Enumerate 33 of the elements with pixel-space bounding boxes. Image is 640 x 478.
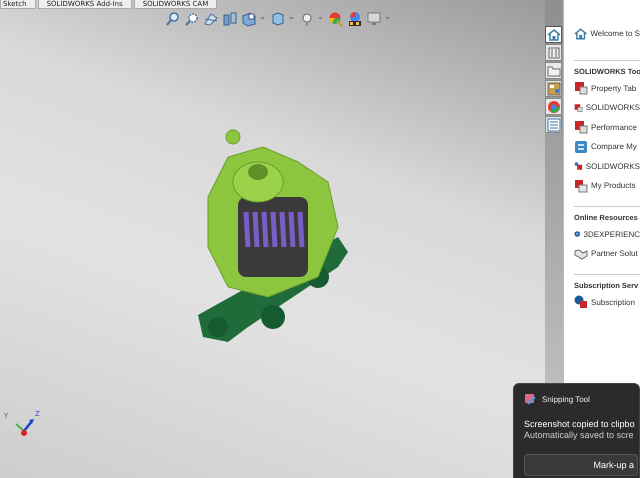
- zoom-area-icon[interactable]: [184, 11, 200, 27]
- resource-link[interactable]: Performance: [591, 122, 637, 132]
- cube-icon[interactable]: [270, 11, 286, 27]
- app-name: Snipping Tool: [542, 394, 590, 404]
- home-icon[interactable]: [546, 28, 560, 42]
- notification-title: Screenshot copied to clipbo: [524, 419, 636, 429]
- resource-link[interactable]: Subscription: [591, 298, 636, 307]
- tool-icon: [574, 120, 588, 134]
- list-icon[interactable]: [546, 118, 560, 132]
- welcome-link[interactable]: Welcome to S: [590, 29, 640, 38]
- library-icon[interactable]: [546, 46, 560, 60]
- zoom-fit-icon[interactable]: [165, 11, 181, 27]
- resource-link[interactable]: Partner Solut: [591, 249, 638, 258]
- resource-link[interactable]: Property Tab: [591, 84, 636, 93]
- section-view-icon[interactable]: [203, 11, 219, 27]
- resource-link[interactable]: SOLIDWORKS: [586, 162, 640, 171]
- home-icon: [574, 27, 588, 40]
- resource-link[interactable]: Compare My: [591, 142, 637, 152]
- tool-icon: [574, 81, 588, 96]
- notification-text: Automatically saved to scre: [524, 430, 635, 440]
- cube-icon[interactable]: [241, 11, 257, 27]
- markup-button[interactable]: Mark-up a: [524, 454, 638, 476]
- palette-icon[interactable]: [546, 82, 560, 96]
- views-icon[interactable]: [222, 11, 238, 27]
- products-icon: [574, 178, 588, 193]
- folder-icon[interactable]: [546, 64, 560, 78]
- resource-link[interactable]: My Products: [591, 181, 636, 190]
- color-wheel-icon[interactable]: [546, 100, 560, 114]
- resource-link[interactable]: 3DEXPERIENC: [584, 230, 640, 239]
- compare-icon: [574, 140, 588, 154]
- resource-link[interactable]: SOLIDWORKS: [586, 103, 640, 112]
- scene-icon[interactable]: [347, 11, 363, 27]
- color-wheel-icon[interactable]: [328, 11, 344, 27]
